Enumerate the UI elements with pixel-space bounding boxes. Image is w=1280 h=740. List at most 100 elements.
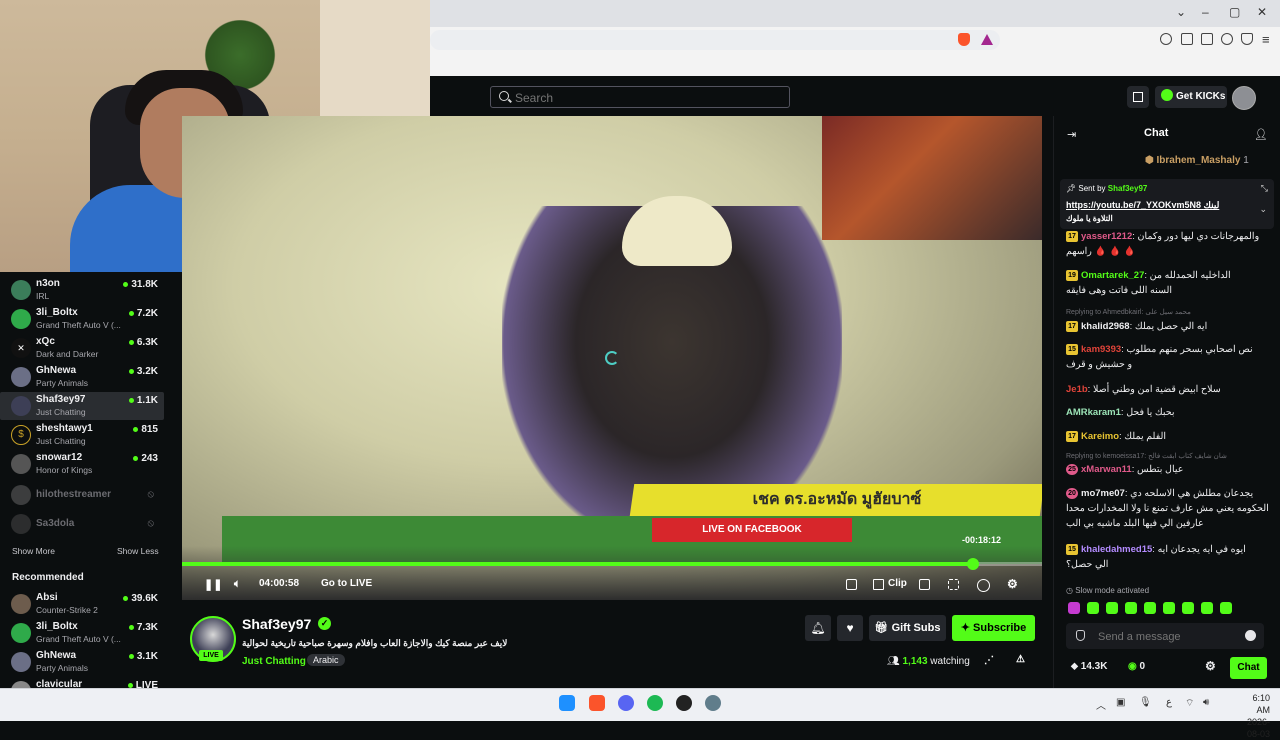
wallet-icon[interactable] bbox=[1201, 33, 1213, 45]
sidebar-channel[interactable]: $ sheshtawy1 Just Chatting 815 bbox=[0, 421, 164, 449]
sidebar-channel[interactable]: snowar12 Honor of Kings 243 bbox=[0, 450, 164, 478]
chat-users-icon[interactable]: 👤︎ bbox=[1254, 128, 1268, 141]
pinned-url[interactable]: https://youtu.be/7_YXOKvm5N8 لينك bbox=[1066, 200, 1219, 211]
close-button[interactable]: ✕ bbox=[1257, 5, 1267, 19]
minimize-button[interactable]: – bbox=[1202, 5, 1209, 19]
sidebar-channel-offline[interactable]: hilothestreamer ⦸ bbox=[0, 481, 164, 509]
report-icon[interactable]: ⚠ bbox=[1016, 654, 1025, 665]
recommended-channel[interactable]: GhNewa Party Animals 3.1K bbox=[0, 648, 164, 676]
playback-speed-icon[interactable] bbox=[977, 579, 990, 592]
system-clock[interactable]: 6:10 AM 2026-08-03 bbox=[1238, 692, 1270, 740]
chat-username[interactable]: Je1b bbox=[1066, 384, 1088, 395]
share-icon[interactable]: ⋰ bbox=[984, 655, 994, 666]
address-bar[interactable] bbox=[430, 30, 1000, 50]
chat-input[interactable] bbox=[1096, 628, 1230, 646]
spotify-icon[interactable] bbox=[647, 695, 663, 711]
emote-icon[interactable] bbox=[1087, 602, 1099, 614]
collapse-chat-icon[interactable]: ⇥ bbox=[1067, 128, 1076, 141]
chat-settings-gear-icon[interactable]: ⚙ bbox=[1205, 659, 1216, 673]
emote-icon[interactable] bbox=[1106, 602, 1118, 614]
brave-shield-icon[interactable] bbox=[958, 33, 970, 46]
start-menu-icon[interactable] bbox=[559, 695, 575, 711]
sidebar-channel[interactable]: ✕ xQc Dark and Darker 6.3K bbox=[0, 334, 164, 362]
chat-username[interactable]: kam9393 bbox=[1081, 344, 1121, 355]
kicks-balance[interactable]: ⬥ 14.3K bbox=[1071, 661, 1107, 672]
menu-icon[interactable]: ≡ bbox=[1262, 32, 1270, 47]
clip-button[interactable]: Clip bbox=[888, 578, 907, 589]
expand-chevron-icon[interactable]: ⌄ bbox=[1259, 204, 1267, 215]
settings-gear-icon[interactable]: ⚙ bbox=[1007, 577, 1018, 591]
sidebar-channel-active[interactable]: Shaf3ey97 Just Chatting 1.1K bbox=[0, 392, 164, 420]
chat-username[interactable]: Omartarek_27 bbox=[1081, 270, 1144, 281]
sidebar-channel[interactable]: GhNewa Party Animals 3.2K bbox=[0, 363, 164, 391]
library-button[interactable] bbox=[1127, 86, 1149, 108]
tray-network-icon[interactable]: ▣ bbox=[1116, 697, 1125, 708]
emote-icon[interactable] bbox=[1144, 602, 1156, 614]
language-indicator[interactable]: ع bbox=[1166, 697, 1172, 708]
vpn-icon[interactable] bbox=[1241, 33, 1253, 45]
unpin-icon[interactable]: ⤡ bbox=[1261, 183, 1268, 194]
search-box[interactable] bbox=[490, 86, 790, 108]
user-avatar[interactable] bbox=[1232, 86, 1256, 110]
pinned-message[interactable]: 📌︎ Sent by Shaf3ey97 https://youtu.be/7_… bbox=[1060, 179, 1274, 229]
discord-icon[interactable] bbox=[618, 695, 634, 711]
recommended-channel[interactable]: clavicular LIVE bbox=[0, 677, 164, 688]
sidebar-channel[interactable]: n3on IRL 31.8K bbox=[0, 276, 164, 304]
pause-button[interactable]: ❚❚ bbox=[204, 578, 222, 591]
emote-icon[interactable] bbox=[1201, 602, 1213, 614]
sidebar-icon[interactable] bbox=[1181, 33, 1193, 45]
notification-bell-icon[interactable]: 🔔︎ bbox=[805, 615, 831, 641]
chat-send-button[interactable]: Chat bbox=[1230, 657, 1267, 679]
brave-rewards-icon[interactable] bbox=[981, 34, 993, 45]
follow-heart-icon[interactable]: ♥ bbox=[837, 615, 863, 641]
emote-icon[interactable] bbox=[1163, 602, 1175, 614]
go-live-button[interactable]: Go to LIVE bbox=[321, 578, 372, 589]
gift-subs-button[interactable]: 🎁︎ Gift Subs bbox=[869, 615, 946, 641]
mini-player-icon[interactable] bbox=[919, 579, 930, 590]
theater-mode-icon[interactable] bbox=[846, 579, 857, 590]
obs-icon[interactable] bbox=[676, 695, 692, 711]
show-more-link[interactable]: Show More bbox=[12, 546, 55, 556]
seek-bar[interactable] bbox=[182, 558, 1042, 570]
emote-icon[interactable] bbox=[1220, 602, 1232, 614]
sidebar-channel[interactable]: 3li_Boltx Grand Theft Auto V (... 7.2K bbox=[0, 305, 164, 333]
subscribe-button[interactable]: ✦ Subscribe bbox=[952, 615, 1035, 641]
emote-icon[interactable] bbox=[1182, 602, 1194, 614]
tray-chevron-icon[interactable]: ︿ bbox=[1096, 697, 1106, 712]
streamer-name[interactable]: Shaf3ey97 bbox=[242, 616, 311, 632]
chat-username[interactable]: khalid2968 bbox=[1081, 321, 1130, 332]
fullscreen-icon[interactable] bbox=[948, 579, 959, 590]
chat-username[interactable]: mo7me07 bbox=[1081, 488, 1125, 499]
chat-username[interactable]: khaledahmed15 bbox=[1081, 544, 1152, 555]
emote-icon[interactable] bbox=[1068, 602, 1080, 614]
brave-browser-icon[interactable] bbox=[589, 695, 605, 711]
sidebar-channel-offline[interactable]: Sa3dola ⦸ bbox=[0, 510, 164, 538]
tab-search-icon[interactable]: ⌄ bbox=[1176, 5, 1186, 19]
chat-username[interactable]: AMRkaram1 bbox=[1066, 407, 1121, 418]
speaker-icon[interactable]: 🔊︎ bbox=[1203, 697, 1209, 708]
recommended-channel[interactable]: 3li_Boltx Grand Theft Auto V (... 7.3K bbox=[0, 619, 164, 647]
microphone-icon[interactable]: 🎙︎ bbox=[1139, 697, 1152, 708]
wifi-icon[interactable]: ⌔ bbox=[1185, 697, 1194, 710]
show-less-link[interactable]: Show Less bbox=[117, 546, 159, 556]
media-icon[interactable] bbox=[1160, 33, 1172, 45]
emote-icon[interactable] bbox=[1125, 602, 1137, 614]
get-kicks-button[interactable]: Get KICKs bbox=[1155, 86, 1227, 108]
search-input[interactable] bbox=[513, 89, 777, 107]
settings-app-icon[interactable] bbox=[705, 695, 721, 711]
clip-icon[interactable] bbox=[873, 579, 884, 590]
top-gifter[interactable]: ⬢ Ibrahem_Mashaly 1 bbox=[1145, 155, 1249, 166]
language-tag[interactable]: Arabic bbox=[307, 654, 345, 666]
maximize-button[interactable]: ▢ bbox=[1229, 5, 1240, 19]
chat-input-box[interactable] bbox=[1066, 623, 1264, 649]
volume-icon[interactable]: 🔈︎ bbox=[234, 578, 241, 591]
leo-icon[interactable] bbox=[1221, 33, 1233, 45]
chat-username[interactable]: Kareimo bbox=[1081, 431, 1119, 442]
recommended-channel[interactable]: Absi Counter-Strike 2 39.6K bbox=[0, 590, 164, 618]
points-balance[interactable]: ◉ 0 bbox=[1128, 661, 1145, 672]
chat-username[interactable]: yasser1212 bbox=[1081, 231, 1132, 242]
chat-username[interactable]: xMarwan11 bbox=[1081, 464, 1132, 475]
category-link[interactable]: Just Chatting bbox=[242, 656, 306, 667]
chat-message: 17 yasser1212: والمهرجانات دي ليها دور وك… bbox=[1066, 230, 1260, 257]
emoji-icon[interactable] bbox=[1245, 630, 1256, 641]
